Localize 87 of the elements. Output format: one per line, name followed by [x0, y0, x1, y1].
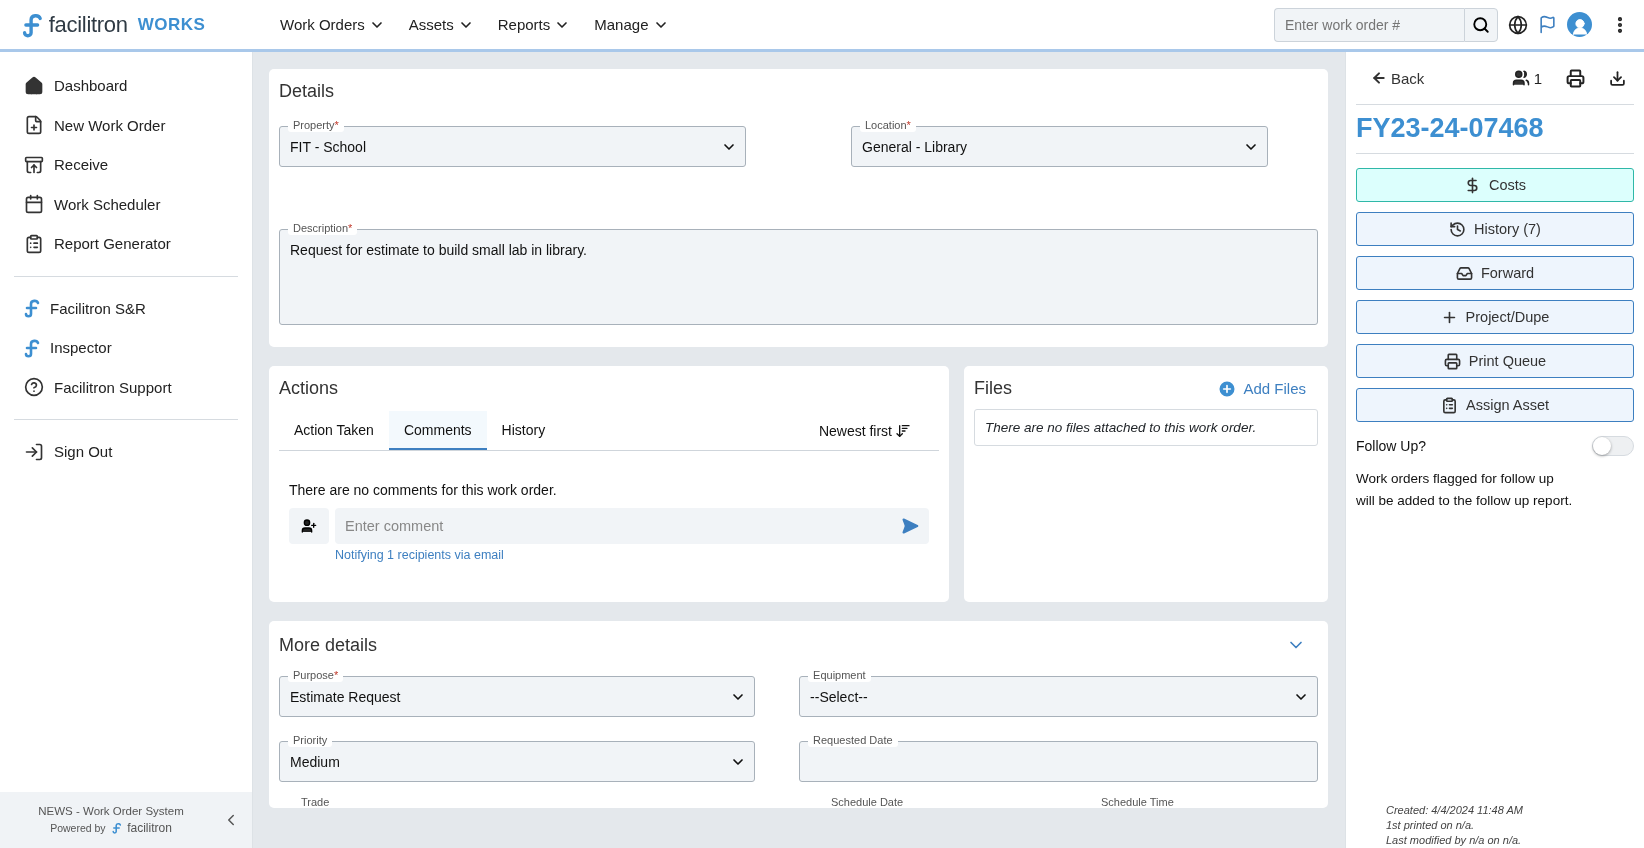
- action-button[interactable]: Assign Asset: [1356, 388, 1634, 422]
- action-button[interactable]: History (7): [1356, 212, 1634, 246]
- powered-by-text: Powered by: [50, 822, 106, 834]
- brand-logo-icon: [24, 298, 40, 319]
- notify-text: Notifying 1 recipients via email: [335, 546, 505, 564]
- action-button[interactable]: Project/Dupe: [1356, 300, 1634, 334]
- section-title: Details: [279, 81, 336, 102]
- follow-up-label: Follow Up?: [1356, 436, 1427, 456]
- field-label: Location*: [860, 119, 916, 132]
- back-link[interactable]: Back: [1371, 69, 1425, 87]
- meta-text: 1st printed on n/a.: [1386, 818, 1476, 834]
- send-button[interactable]: [891, 507, 929, 544]
- home-icon: [24, 75, 44, 96]
- arrow-left-icon: [1371, 70, 1387, 86]
- brand-name: facilitron: [127, 821, 172, 835]
- section-title: More details: [279, 635, 378, 656]
- brand-logo-icon: [111, 822, 122, 834]
- search-icon: [1472, 15, 1490, 34]
- sign-out-icon: [24, 441, 44, 462]
- people-icon: [1511, 69, 1530, 87]
- sidebar-item[interactable]: New Work Order: [14, 105, 238, 145]
- meta-text: Last modified by n/a on n/a.: [1386, 833, 1523, 848]
- file-plus-icon: [24, 115, 44, 136]
- field-label: Property*: [288, 119, 344, 132]
- field-label: Schedule Time: [1101, 796, 1175, 808]
- tab[interactable]: History: [486, 411, 561, 450]
- work-order-number: FY23-24-07468: [1356, 105, 1634, 154]
- download-icon[interactable]: [1609, 69, 1626, 87]
- add-person-icon: [301, 517, 317, 534]
- field-label: Purpose*: [288, 669, 344, 682]
- sort-icon: [895, 422, 911, 439]
- sidebar-item[interactable]: Inspector: [14, 328, 238, 368]
- history-icon: [1449, 220, 1467, 238]
- sidebar-item[interactable]: Report Generator: [14, 224, 238, 264]
- brand-name: facilitron: [48, 11, 128, 38]
- section-title: Actions: [279, 378, 340, 399]
- sidebar-item[interactable]: Facilitron Support: [14, 367, 238, 407]
- search-button[interactable]: [1464, 7, 1498, 42]
- product-name: WORKS: [137, 14, 206, 35]
- meta-text: Created: 4/4/2024 11:48 AM: [1386, 803, 1524, 819]
- tab[interactable]: Action Taken: [279, 411, 389, 450]
- add-files-link[interactable]: Add Files: [1217, 378, 1318, 399]
- field-label: Requested Date: [808, 734, 898, 747]
- nav-menu[interactable]: Reports: [497, 16, 571, 33]
- action-button[interactable]: Print Queue: [1356, 344, 1634, 378]
- clipboard-icon: [24, 233, 44, 254]
- add-circle-icon: [1217, 378, 1238, 399]
- user-avatar-icon[interactable]: [1567, 12, 1592, 37]
- follow-up-toggle[interactable]: [1592, 436, 1634, 456]
- logo-icon: [22, 11, 43, 38]
- calendar-icon: [24, 194, 44, 215]
- inbox-icon: [1455, 264, 1473, 282]
- field-label: Trade: [301, 796, 331, 808]
- field-label: Priority: [288, 734, 333, 747]
- action-button[interactable]: Forward: [1356, 256, 1634, 290]
- print-icon[interactable]: [1566, 68, 1585, 88]
- nav-menu[interactable]: Work Orders: [280, 16, 385, 33]
- follow-up-note: Work orders flagged for follow up will be added to the follow up report.: [1356, 470, 1574, 511]
- field-label: Schedule Date: [831, 796, 905, 808]
- sidebar-item[interactable]: Dashboard: [14, 66, 238, 106]
- sidebar-item[interactable]: Facilitron S&R: [14, 288, 238, 328]
- add-recipient-button[interactable]: [289, 507, 329, 544]
- field-label: Description*: [288, 222, 358, 235]
- search-field[interactable]: Enter work order #: [1274, 7, 1464, 42]
- watchers-button[interactable]: 1: [1511, 69, 1542, 87]
- system-name: NEWS - Work Order System: [38, 805, 184, 817]
- comment-field[interactable]: Enter comment: [335, 507, 891, 544]
- action-button[interactable]: Costs: [1356, 168, 1634, 202]
- section-title: Files: [974, 378, 1012, 399]
- tab[interactable]: Comments: [388, 411, 487, 450]
- sort-button[interactable]: Newest first: [818, 411, 939, 450]
- brand-logo-icon: [24, 337, 40, 358]
- empty-message: There are no files attached to this work order.: [974, 409, 1318, 446]
- field-label: Equipment: [808, 669, 871, 682]
- empty-message: There are no comments for this work order.: [289, 481, 558, 500]
- nav-menu[interactable]: Assets: [408, 16, 474, 33]
- sidebar-item[interactable]: Sign Out: [14, 432, 238, 472]
- clipboard-icon: [1441, 396, 1458, 414]
- help-icon: [24, 377, 44, 398]
- sidebar-item[interactable]: Receive: [14, 145, 238, 185]
- nav-menu[interactable]: Manage: [594, 16, 669, 33]
- flag-icon[interactable]: [1538, 15, 1557, 34]
- tray-icon: [24, 154, 44, 175]
- send-icon: [901, 516, 919, 535]
- globe-icon[interactable]: [1508, 14, 1528, 35]
- sidebar-item[interactable]: Work Scheduler: [14, 184, 238, 224]
- printer-icon: [1443, 352, 1461, 370]
